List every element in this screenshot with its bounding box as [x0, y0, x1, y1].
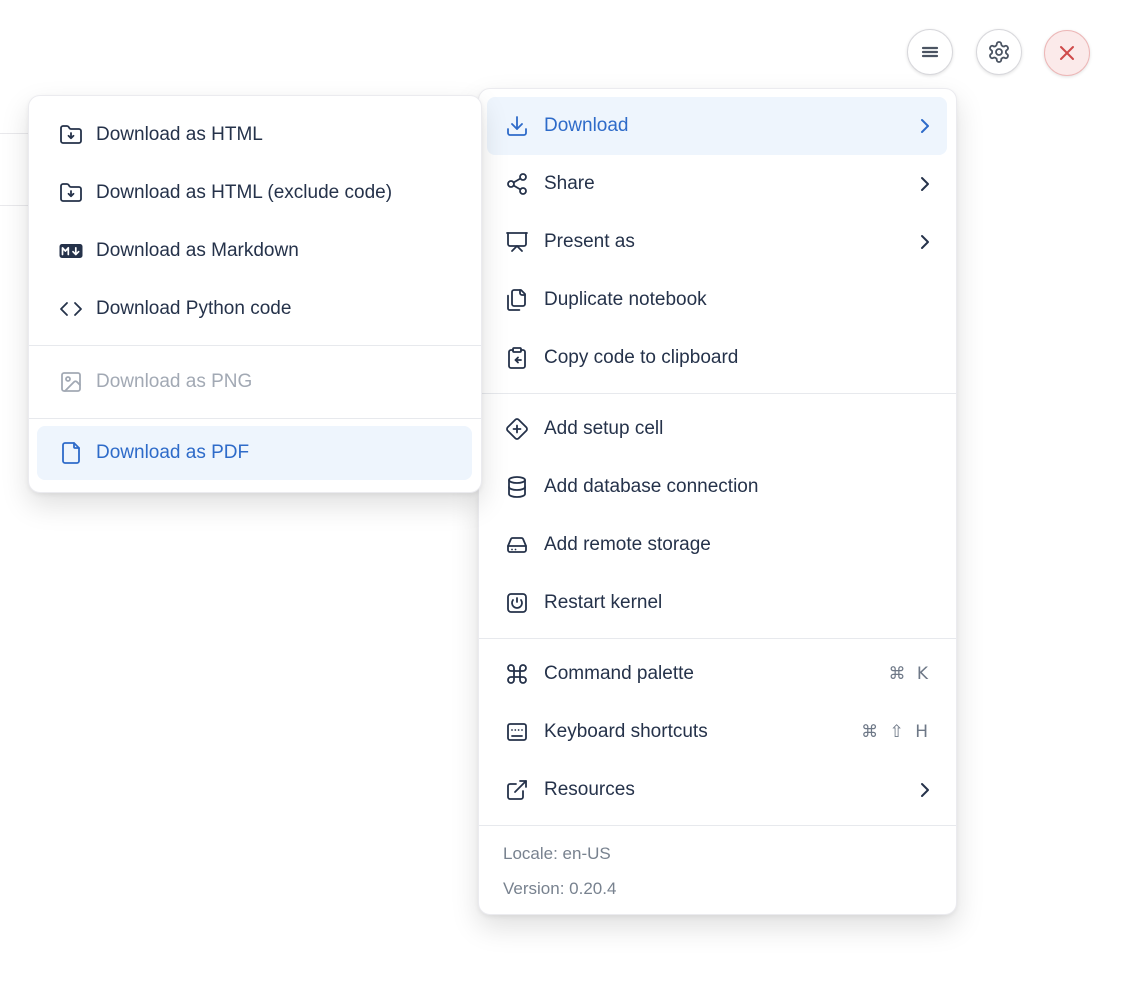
command-icon — [505, 662, 529, 686]
menu-item-add-remote-storage[interactable]: Add remote storage — [487, 516, 947, 574]
menu-item-label: Download — [544, 115, 629, 136]
menu-item-duplicate-notebook[interactable]: Duplicate notebook — [487, 271, 947, 329]
menu-item-command-palette[interactable]: Command palette ⌘ K — [487, 645, 947, 703]
menu-item-label: Download as PNG — [96, 371, 253, 392]
database-icon — [505, 475, 529, 499]
shortcut-badge: ⌘ K — [888, 664, 931, 684]
menu-item-add-setup-cell[interactable]: Add setup cell — [487, 400, 947, 458]
menu-footer: Locale: en-US Version: 0.20.4 — [479, 832, 956, 914]
presentation-icon — [505, 230, 529, 254]
gear-icon — [987, 40, 1011, 64]
power-icon — [505, 591, 529, 615]
menu-item-label: Copy code to clipboard — [544, 347, 739, 368]
menu-separator — [29, 418, 481, 419]
menu-item-download[interactable]: Download — [487, 97, 947, 155]
file-icon — [59, 441, 83, 465]
markdown-icon — [59, 239, 83, 263]
menu-separator — [479, 393, 956, 394]
settings-button[interactable] — [976, 29, 1022, 75]
menu-item-restart-kernel[interactable]: Restart kernel — [487, 574, 947, 632]
menu-item-present-as[interactable]: Present as — [487, 213, 947, 271]
menu-item-download-as-markdown[interactable]: Download as Markdown — [37, 222, 472, 280]
page-edge-line — [0, 205, 29, 206]
duplicate-icon — [505, 288, 529, 312]
folder-down-icon — [59, 181, 83, 205]
menu-item-label: Add database connection — [544, 476, 759, 497]
menu-item-download-python-code[interactable]: Download Python code — [37, 280, 472, 338]
menu-item-resources[interactable]: Resources — [487, 761, 947, 819]
menu-item-label: Download as Markdown — [96, 240, 299, 261]
menu-item-label: Download as PDF — [96, 442, 250, 463]
code-icon — [59, 297, 83, 321]
menu-item-label: Keyboard shortcuts — [544, 721, 708, 742]
menu-item-download-as-html[interactable]: Download as HTML — [37, 106, 472, 164]
image-icon — [59, 370, 83, 394]
notebook-menu: Download Share Present as Duplicate note… — [478, 88, 957, 915]
menu-item-label: Download Python code — [96, 298, 292, 319]
chevron-right-icon — [913, 230, 937, 254]
locale-text: Locale: en-US — [503, 843, 611, 863]
hamburger-icon — [918, 40, 942, 64]
menu-item-label: Resources — [544, 779, 635, 800]
download-submenu: Download as HTML Download as HTML (exclu… — [28, 95, 482, 493]
version-text: Version: 0.20.4 — [503, 878, 617, 898]
menu-item-label: Download as HTML — [96, 124, 263, 145]
menu-item-keyboard-shortcuts[interactable]: Keyboard shortcuts ⌘ ⇧ H — [487, 703, 947, 761]
close-button[interactable] — [1044, 30, 1090, 76]
notebook-menu-button[interactable] — [907, 29, 953, 75]
chevron-right-icon — [913, 114, 937, 138]
hard-drive-icon — [505, 533, 529, 557]
menu-item-label: Duplicate notebook — [544, 289, 707, 310]
menu-item-label: Add setup cell — [544, 418, 664, 439]
menu-item-add-database-connection[interactable]: Add database connection — [487, 458, 947, 516]
menu-item-label: Present as — [544, 231, 635, 252]
menu-separator — [479, 825, 956, 826]
menu-item-download-as-pdf[interactable]: Download as PDF — [37, 426, 472, 480]
folder-down-icon — [59, 123, 83, 147]
menu-item-label: Restart kernel — [544, 592, 663, 613]
menu-item-copy-code[interactable]: Copy code to clipboard — [487, 329, 947, 387]
menu-separator — [479, 638, 956, 639]
shortcut-badge: ⌘ ⇧ H — [861, 722, 931, 742]
menu-item-label: Command palette — [544, 663, 694, 684]
external-link-icon — [505, 778, 529, 802]
chevron-right-icon — [913, 172, 937, 196]
menu-item-download-as-html-exclude-code[interactable]: Download as HTML (exclude code) — [37, 164, 472, 222]
menu-item-download-as-png: Download as PNG — [37, 353, 472, 411]
menu-item-label: Download as HTML (exclude code) — [96, 182, 393, 203]
menu-separator — [29, 345, 481, 346]
keyboard-icon — [505, 720, 529, 744]
page-edge-line — [0, 133, 29, 134]
menu-item-label: Share — [544, 173, 595, 194]
menu-item-share[interactable]: Share — [487, 155, 947, 213]
share-icon — [505, 172, 529, 196]
clipboard-copy-icon — [505, 346, 529, 370]
download-icon — [505, 114, 529, 138]
menu-item-label: Add remote storage — [544, 534, 711, 555]
chevron-right-icon — [913, 778, 937, 802]
close-icon — [1055, 41, 1079, 65]
diamond-plus-icon — [505, 417, 529, 441]
